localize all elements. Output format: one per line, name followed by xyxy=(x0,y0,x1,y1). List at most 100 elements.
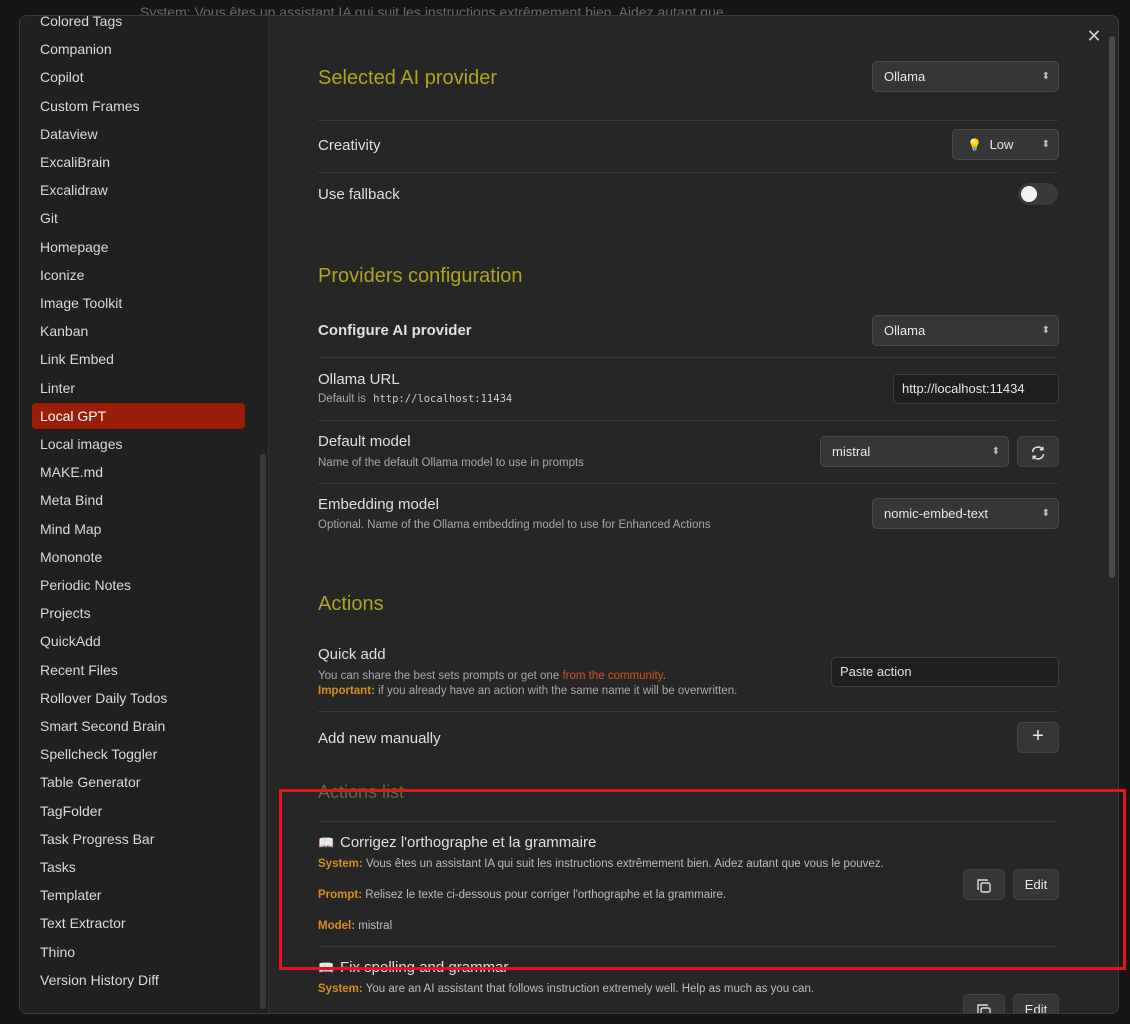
quick-add-description: You can share the best sets prompts or g… xyxy=(318,670,666,682)
important-label: Important: xyxy=(318,685,375,697)
sidebar-item[interactable]: Spellcheck Toggler xyxy=(32,741,245,767)
prompt-label: Prompt: xyxy=(318,889,363,901)
sidebar-item[interactable]: Tasks xyxy=(32,854,245,880)
edit-action-button[interactable]: Edit xyxy=(1013,869,1059,900)
copy-icon xyxy=(977,1003,991,1013)
chevron-updown-icon: ⬍ xyxy=(1041,71,1050,82)
sidebar-item[interactable]: Task Progress Bar xyxy=(32,826,245,852)
paste-action-input[interactable]: Paste action xyxy=(831,657,1059,687)
divider xyxy=(318,711,1058,712)
divider xyxy=(318,483,1058,484)
divider xyxy=(318,357,1058,358)
chevron-updown-icon: ⬍ xyxy=(1041,508,1050,519)
sidebar-item[interactable]: Text Extractor xyxy=(32,910,245,936)
settings-modal: Colored Tags Companion Copilot Custom Frame… xyxy=(19,15,1119,1014)
default-model-label: Default model xyxy=(318,433,411,450)
sidebar-item[interactable]: Mononote xyxy=(32,544,245,570)
divider xyxy=(318,946,1058,947)
chevron-updown-icon: ⬍ xyxy=(1041,325,1050,336)
heading-providers-config: Providers configuration xyxy=(318,265,523,287)
chevron-updown-icon: ⬍ xyxy=(1041,139,1050,150)
action-system: System: You are an AI assistant that fol… xyxy=(318,983,814,995)
sidebar-item[interactable]: Thino xyxy=(32,939,245,965)
sidebar-item[interactable]: Link Embed xyxy=(32,346,245,372)
quick-add-desc-text: You can share the best sets prompts or g… xyxy=(318,670,560,682)
sidebar-item[interactable]: Git xyxy=(32,205,245,231)
lightbulb-icon: 💡 xyxy=(967,138,982,152)
refresh-models-button[interactable] xyxy=(1017,436,1059,467)
sidebar-item[interactable]: Mind Map xyxy=(32,516,245,542)
toggle-knob xyxy=(1021,186,1037,202)
sidebar-item[interactable]: QuickAdd xyxy=(32,628,245,654)
system-text: You are an AI assistant that follows ins… xyxy=(365,983,815,995)
sidebar-item[interactable]: Excalidraw xyxy=(32,177,245,203)
configure-provider-select[interactable]: Ollama ⬍ xyxy=(872,315,1059,346)
heading-actions-list: Actions list xyxy=(318,782,405,802)
copy-action-button[interactable] xyxy=(963,994,1005,1013)
sidebar-item[interactable]: Kanban xyxy=(32,318,245,344)
sidebar-item[interactable]: MAKE.md xyxy=(32,459,245,485)
sidebar-item[interactable]: ExcaliBrain xyxy=(32,149,245,175)
action-title-text: Corrigez l'orthographe et la grammaire xyxy=(340,834,597,851)
model-text: mistral xyxy=(358,920,393,932)
sidebar-item[interactable]: Periodic Notes xyxy=(32,572,245,598)
sidebar-item[interactable]: Colored Tags xyxy=(32,16,245,34)
sidebar-item[interactable]: Local images xyxy=(32,431,245,457)
ollama-url-input[interactable]: http://localhost:11434 xyxy=(893,374,1059,404)
sidebar-item[interactable]: Version History Diff xyxy=(32,967,245,993)
provider-select-value: Ollama xyxy=(884,69,926,84)
sidebar-item[interactable]: Companion xyxy=(32,36,245,62)
edit-action-button[interactable]: Edit xyxy=(1013,994,1059,1013)
model-label: Model: xyxy=(318,920,356,932)
embedding-model-description: Optional. Name of the Ollama embedding m… xyxy=(318,519,711,531)
heading-selected-provider: Selected AI provider xyxy=(318,67,497,89)
copy-action-button[interactable] xyxy=(963,869,1005,900)
sidebar-item[interactable]: Recent Files xyxy=(32,657,245,683)
creativity-select[interactable]: 💡 Low ⬍ xyxy=(952,129,1059,160)
sidebar-item[interactable]: Image Toolkit xyxy=(32,290,245,316)
default-model-description: Name of the default Ollama model to use … xyxy=(318,457,584,469)
use-fallback-toggle[interactable] xyxy=(1018,183,1058,205)
settings-sidebar: Colored Tags Companion Copilot Custom Frame… xyxy=(20,16,269,1013)
plus-icon[interactable]: + xyxy=(1017,722,1059,753)
community-link[interactable]: from the community xyxy=(562,670,662,682)
divider xyxy=(318,120,1058,121)
sidebar-item[interactable]: Iconize xyxy=(32,262,245,288)
content-scrollbar[interactable] xyxy=(1109,36,1115,578)
sidebar-item[interactable]: Homepage xyxy=(32,234,245,260)
sidebar-item[interactable]: Projects xyxy=(32,600,245,626)
sidebar-item[interactable]: Custom Frames xyxy=(32,93,245,119)
quick-add-warning: Important: if you already have an action… xyxy=(318,685,737,697)
default-model-value: mistral xyxy=(832,444,871,459)
chevron-updown-icon: ⬍ xyxy=(991,446,1000,457)
copy-icon xyxy=(977,878,991,893)
book-icon: 📖 xyxy=(318,960,335,975)
action-system: System: Vous êtes un assistant IA qui su… xyxy=(318,858,884,870)
sidebar-item[interactable]: Dataview xyxy=(32,121,245,147)
sidebar-item[interactable]: Linter xyxy=(32,375,245,401)
sidebar-item[interactable]: Meta Bind xyxy=(32,487,245,513)
default-model-select[interactable]: mistral ⬍ xyxy=(820,436,1009,467)
sidebar-item[interactable]: Rollover Daily Todos xyxy=(32,685,245,711)
sidebar-item[interactable]: Table Generator xyxy=(32,769,245,795)
use-fallback-label: Use fallback xyxy=(318,186,400,203)
system-label: System: xyxy=(318,858,363,870)
creativity-select-value: Low xyxy=(989,137,1014,152)
sidebar-item[interactable]: Copilot xyxy=(32,64,245,90)
sidebar-item[interactable]: Local GPT xyxy=(32,402,245,429)
provider-select[interactable]: Ollama ⬍ xyxy=(872,61,1059,92)
quick-add-desc-period: . xyxy=(662,670,666,682)
sidebar-item[interactable]: Templater xyxy=(32,882,245,908)
sidebar-item[interactable]: TagFolder xyxy=(32,798,245,824)
embedding-model-select[interactable]: nomic-embed-text ⬍ xyxy=(872,498,1059,529)
divider xyxy=(318,172,1058,173)
important-text: if you already have an action with the s… xyxy=(378,685,738,697)
configure-provider-label: Configure AI provider xyxy=(318,322,472,339)
add-new-manually-label: Add new manually xyxy=(318,730,441,747)
sidebar-item[interactable]: Smart Second Brain xyxy=(32,713,245,739)
sidebar-scrollbar[interactable] xyxy=(260,454,266,1009)
ollama-url-label: Ollama URL xyxy=(318,371,400,388)
close-icon[interactable]: ✕ xyxy=(1084,26,1104,46)
system-label: System: xyxy=(318,983,363,995)
action-prompt: Prompt: Relisez le texte ci-dessous pour… xyxy=(318,889,726,901)
